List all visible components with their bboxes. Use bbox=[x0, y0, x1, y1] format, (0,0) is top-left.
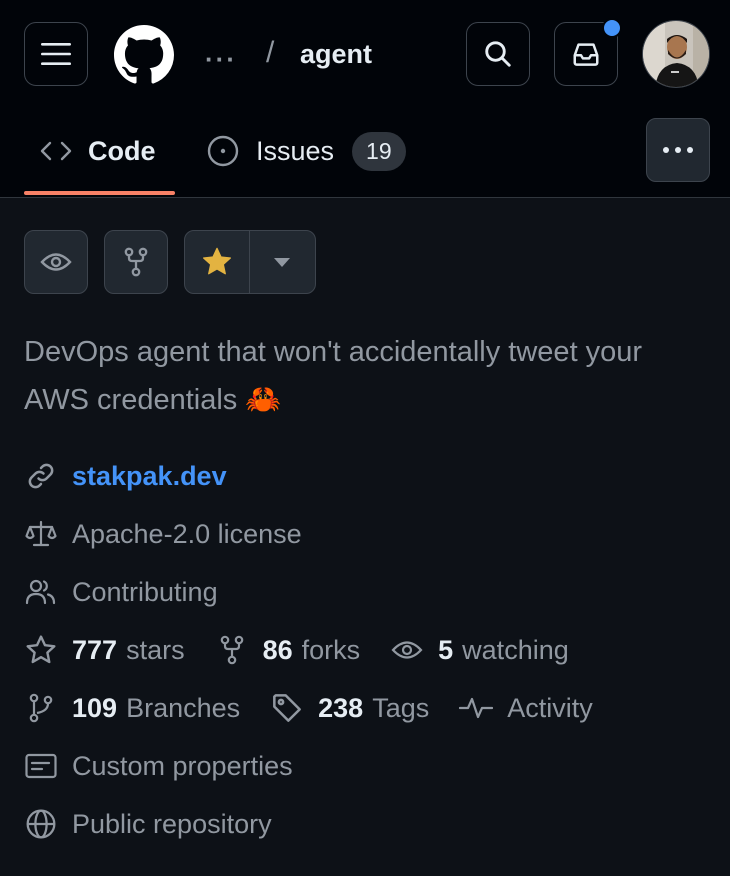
license-label: Apache-2.0 license bbox=[72, 518, 302, 549]
eye-icon bbox=[391, 641, 423, 659]
forks-link[interactable]: 86 forks bbox=[215, 633, 360, 667]
unread-indicator bbox=[602, 18, 622, 38]
repo-forked-icon bbox=[124, 247, 148, 277]
star-fill-icon bbox=[202, 247, 231, 275]
globe-icon bbox=[26, 809, 56, 839]
custom-properties-label: Custom properties bbox=[72, 750, 293, 781]
link-icon bbox=[28, 463, 54, 489]
tags-link[interactable]: 238 Tags bbox=[270, 691, 429, 725]
refs-row: 109 Branches 238 Tags Activity bbox=[24, 688, 593, 728]
issues-count-badge: 19 bbox=[352, 131, 406, 171]
github-mark-icon bbox=[114, 25, 174, 84]
star-button[interactable] bbox=[184, 230, 316, 294]
app-header: ··· / agent Code Issues 19 bbox=[0, 0, 730, 198]
more-tabs-button[interactable] bbox=[646, 118, 710, 182]
visibility-row: Public repository bbox=[24, 804, 272, 844]
stars-link[interactable]: 777 stars bbox=[24, 633, 185, 667]
search-icon bbox=[485, 41, 511, 67]
tab-issues[interactable]: Issues 19 bbox=[206, 120, 406, 182]
people-icon bbox=[25, 579, 56, 605]
contributing-row[interactable]: Contributing bbox=[24, 572, 218, 612]
triangle-down-icon bbox=[274, 257, 291, 267]
repo-name-link[interactable]: agent bbox=[300, 39, 372, 70]
website-link[interactable]: stakpak.dev bbox=[72, 461, 227, 492]
tab-issues-label: Issues bbox=[256, 135, 335, 166]
hamburger-icon bbox=[41, 43, 71, 65]
watch-button[interactable] bbox=[24, 230, 88, 294]
activity-link[interactable]: Activity bbox=[459, 691, 593, 725]
git-branch-icon bbox=[29, 693, 53, 723]
law-icon bbox=[25, 520, 57, 547]
watchers-link[interactable]: 5 watching bbox=[390, 633, 569, 667]
tab-code-label: Code bbox=[88, 135, 156, 166]
license-row[interactable]: Apache-2.0 license bbox=[24, 514, 302, 554]
search-button[interactable] bbox=[466, 22, 530, 86]
issue-opened-icon bbox=[207, 135, 239, 167]
fork-button[interactable] bbox=[104, 230, 168, 294]
tag-icon bbox=[273, 694, 302, 722]
pulse-icon bbox=[459, 697, 494, 719]
branches-link[interactable]: 109 Branches bbox=[24, 691, 240, 725]
kebab-horizontal-icon bbox=[663, 147, 693, 153]
user-avatar-image bbox=[643, 21, 709, 87]
star-list-dropdown[interactable] bbox=[250, 231, 316, 293]
custom-properties-row[interactable]: Custom properties bbox=[24, 746, 293, 786]
star-icon bbox=[26, 635, 56, 664]
inbox-icon bbox=[573, 43, 599, 66]
website-row: stakpak.dev bbox=[24, 456, 227, 496]
code-icon bbox=[40, 141, 72, 161]
stats-row: 777 stars 86 forks 5 watching bbox=[24, 630, 569, 670]
breadcrumb-separator: / bbox=[266, 36, 275, 69]
repo-description: DevOps agent that won't accidentally twe… bbox=[24, 336, 643, 416]
eye-icon bbox=[40, 253, 72, 271]
contributing-label: Contributing bbox=[72, 576, 218, 607]
menu-button[interactable] bbox=[24, 22, 88, 86]
selected-tab-indicator bbox=[24, 191, 175, 195]
avatar[interactable] bbox=[642, 20, 710, 88]
visibility-label: Public repository bbox=[72, 808, 272, 839]
note-icon bbox=[25, 753, 57, 779]
tab-code[interactable]: Code bbox=[40, 120, 156, 182]
repo-forked-icon bbox=[220, 635, 243, 665]
github-logo[interactable] bbox=[114, 25, 174, 85]
breadcrumb-ellipsis[interactable]: ··· bbox=[205, 44, 237, 75]
star-toggle[interactable] bbox=[185, 231, 250, 293]
